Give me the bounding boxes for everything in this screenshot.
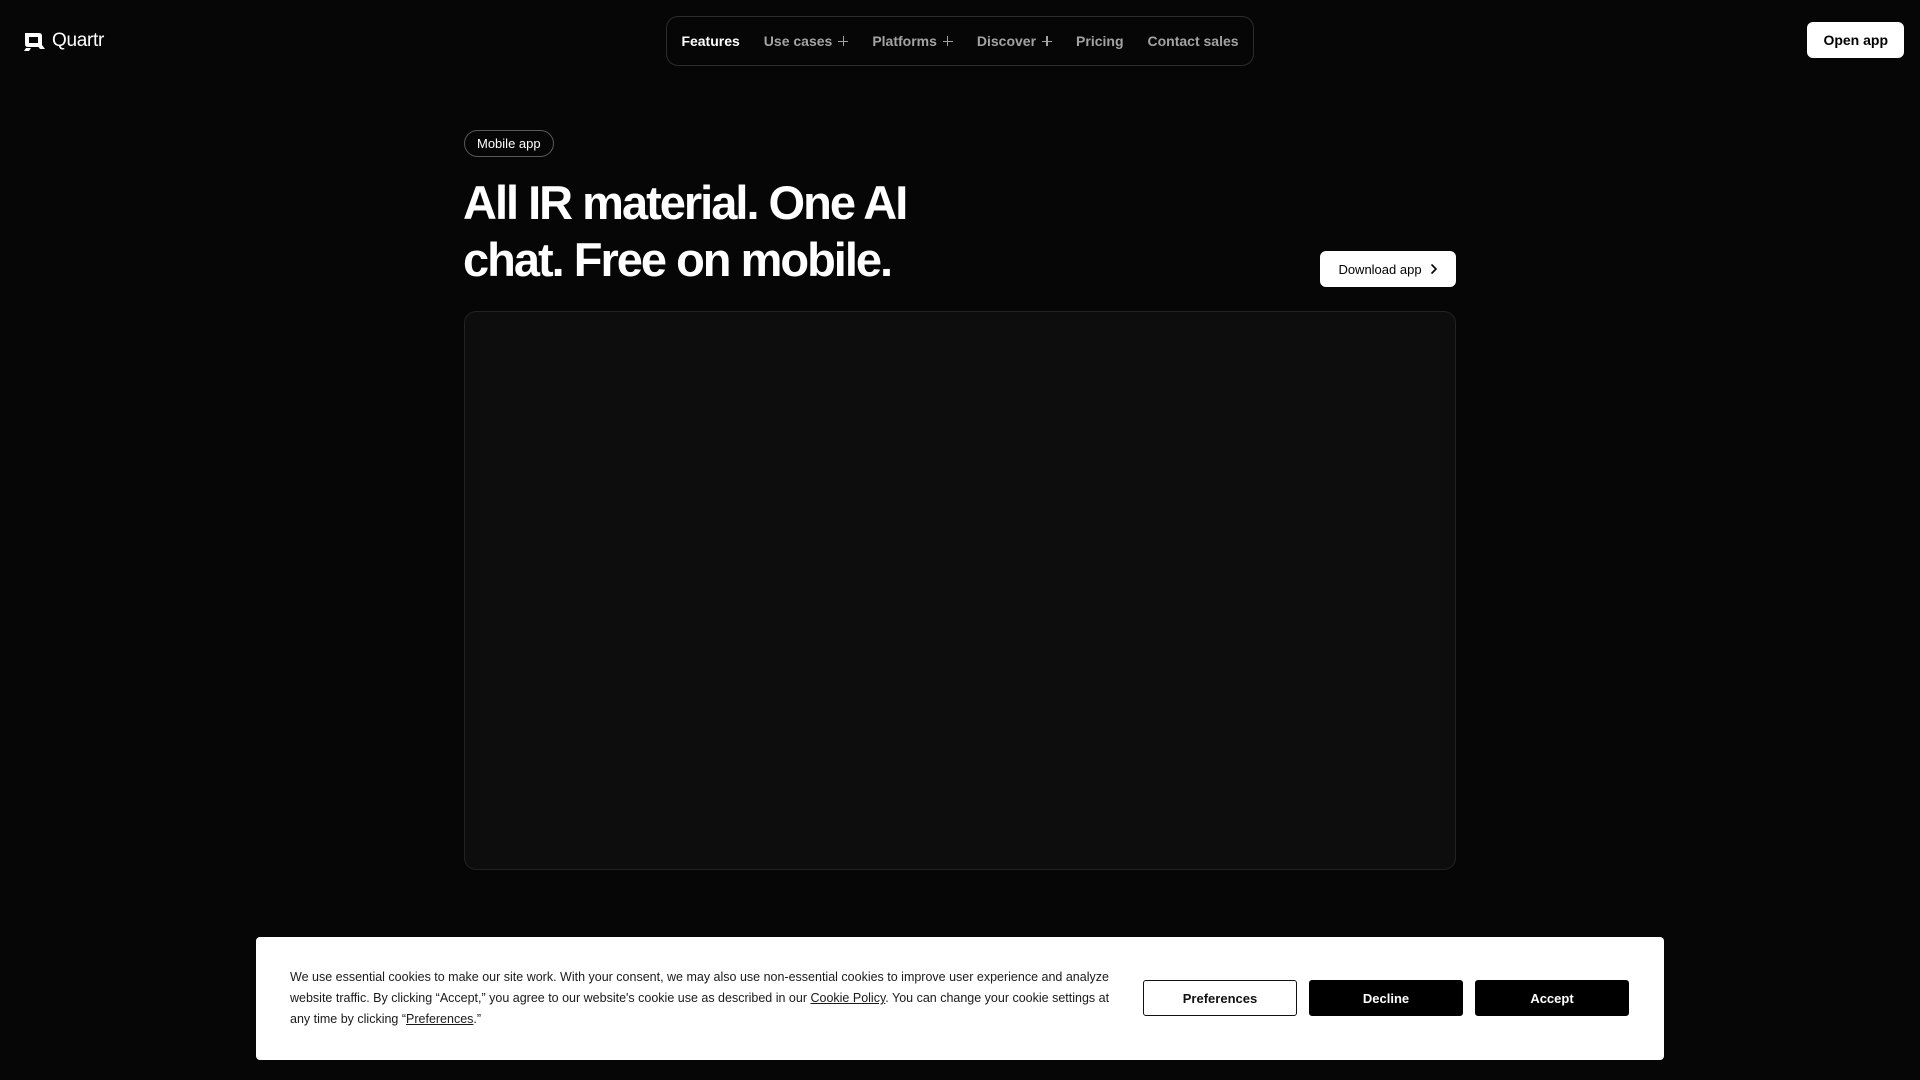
nav-item-label: Features <box>681 33 740 49</box>
hero-title-line-1: All IR material. One AI <box>463 176 908 229</box>
nav-item-label: Contact sales <box>1147 33 1239 49</box>
main-nav: Features Use cases Platforms Discover Pr… <box>666 16 1254 66</box>
nav-item-label: Discover <box>976 33 1037 49</box>
quartr-logo-icon <box>24 33 45 51</box>
brand-name: Quartr <box>52 30 105 51</box>
download-app-button[interactable]: Download app <box>1320 251 1456 287</box>
page: Quartr Features Use cases Platforms Disc… <box>0 0 1920 1080</box>
decline-button[interactable]: Decline <box>1309 980 1463 1016</box>
preferences-link[interactable]: Preferences <box>406 1012 473 1026</box>
preferences-button[interactable]: Preferences <box>1143 980 1297 1016</box>
cookie-text-part-3: .” <box>473 1012 482 1026</box>
hero-title: All IR material. One AI chat. Free on mo… <box>463 174 983 288</box>
nav-item-label: Platforms <box>872 33 937 49</box>
nav-item-contact-sales[interactable]: Contact sales <box>1136 33 1251 49</box>
nav-item-platforms[interactable]: Platforms <box>860 33 965 49</box>
accept-button[interactable]: Accept <box>1475 980 1629 1016</box>
open-app-button[interactable]: Open app <box>1807 22 1904 58</box>
plus-icon <box>1042 36 1053 46</box>
mobile-app-badge: Mobile app <box>464 130 554 157</box>
nav-item-features[interactable]: Features <box>669 33 751 49</box>
cookie-policy-link[interactable]: Cookie Policy <box>810 991 885 1005</box>
nav-item-use-cases[interactable]: Use cases <box>752 33 861 49</box>
nav-item-label: Pricing <box>1076 33 1124 49</box>
hero-title-line-2: chat. Free on mobile. <box>463 233 893 286</box>
nav-item-discover[interactable]: Discover <box>965 33 1064 49</box>
nav-item-pricing[interactable]: Pricing <box>1064 33 1135 49</box>
cookie-banner: We use essential cookies to make our sit… <box>256 937 1664 1060</box>
brand-logo[interactable]: Quartr <box>22 30 104 52</box>
plus-icon <box>942 36 953 46</box>
cookie-message: We use essential cookies to make our sit… <box>290 967 1116 1030</box>
plus-icon <box>838 36 849 46</box>
chevron-right-icon <box>1430 264 1437 274</box>
download-app-label: Download app <box>1338 261 1422 277</box>
nav-item-label: Use cases <box>763 33 833 49</box>
hero-media-frame <box>464 311 1456 870</box>
